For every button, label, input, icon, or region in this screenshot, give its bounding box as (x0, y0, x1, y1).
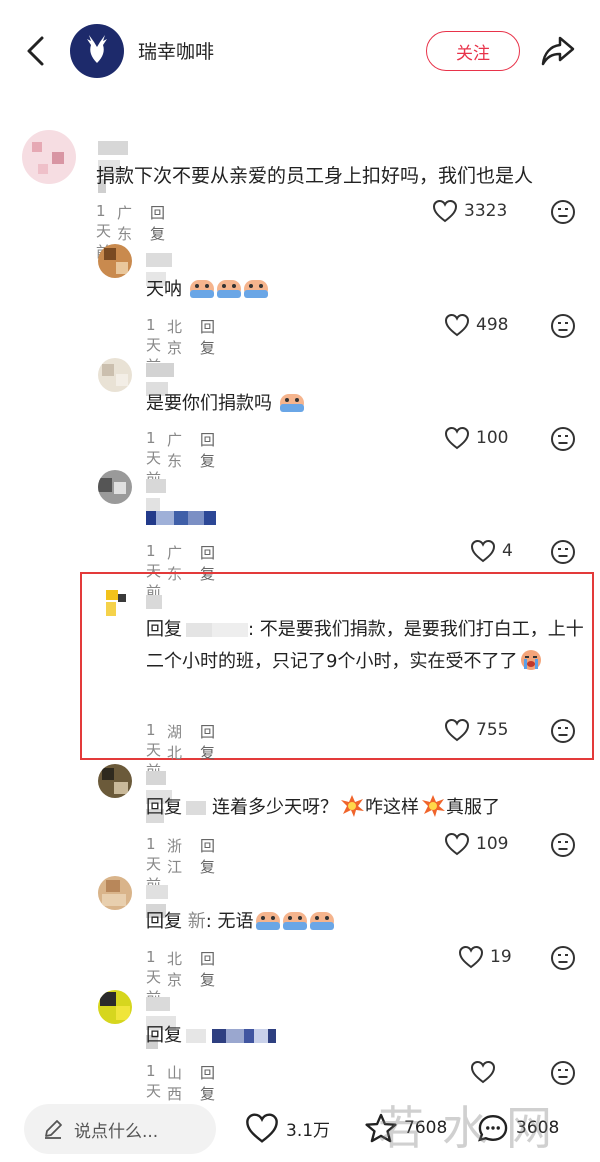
username-blurred[interactable] (146, 362, 177, 396)
username-blurred[interactable] (146, 594, 165, 610)
comment-text: 回复 连着多少天呀？ 咋这样 真服了 (146, 792, 500, 824)
comment-text: 回复 新: 无语 (146, 906, 335, 938)
like-button[interactable]: 19 (458, 945, 512, 969)
user-avatar[interactable] (98, 990, 132, 1024)
comment-input-placeholder: 说点什么... (74, 1121, 159, 1142)
sob-emoji-icon (521, 650, 542, 670)
reply-button[interactable]: 回复 (200, 721, 215, 781)
user-avatar[interactable] (98, 764, 132, 798)
back-arrow-icon[interactable] (22, 34, 50, 68)
pencil-icon (45, 1120, 62, 1139)
reply-button[interactable]: 回复 (200, 429, 215, 489)
like-count: 498 (476, 315, 509, 335)
heart-icon (444, 426, 470, 450)
crying-emoji-icon (309, 912, 334, 930)
like-count: 3323 (464, 201, 508, 221)
comment-text-c: 真服了 (446, 797, 500, 818)
dislike-face-icon[interactable] (550, 1060, 576, 1086)
username-blurred[interactable] (146, 770, 175, 823)
like-count: 4 (502, 541, 513, 561)
heart-icon (444, 832, 470, 856)
reply-target[interactable]: 新 (188, 911, 206, 932)
comment-text: 回复: 不是要我们捐款，是要我们打白工，上十二个小时的班，只记了9个小时，实在受… (146, 619, 584, 672)
heart-icon (470, 1060, 496, 1084)
dislike-face-icon[interactable] (550, 539, 576, 565)
follow-button[interactable]: 关注 (426, 31, 520, 71)
comment-text: 捐款下次不要从亲爱的员工身上扣好吗，我们也是人 (96, 165, 534, 187)
reply-prefix: 回复 (146, 911, 182, 932)
reply-prefix: 回复 (146, 619, 182, 640)
like-count: 100 (476, 428, 509, 448)
share-icon[interactable] (540, 34, 576, 68)
explosion-icon (422, 795, 445, 817)
like-button[interactable]: 498 (444, 313, 508, 337)
crying-emoji-icon (189, 280, 214, 298)
username-blurred[interactable] (146, 252, 175, 286)
crying-emoji-icon (282, 912, 307, 930)
username-blurred[interactable] (146, 478, 169, 512)
crying-emoji-icon (279, 394, 304, 412)
post-like-count: 3.1万 (286, 1120, 331, 1141)
heart-icon (246, 1113, 278, 1143)
reply-prefix: 回复 (146, 1025, 182, 1046)
comment-text: 是要你们捐款吗 (146, 388, 305, 420)
dislike-face-icon[interactable] (550, 832, 576, 858)
heart-icon (432, 199, 458, 223)
heart-icon (470, 539, 496, 563)
comment-text: 回复 (146, 1020, 276, 1052)
heart-icon (444, 313, 470, 337)
reply-button[interactable]: 回复 (200, 316, 215, 376)
user-avatar[interactable] (98, 358, 132, 392)
comment-input[interactable]: 说点什么... (24, 1104, 216, 1154)
username-blurred[interactable] (146, 884, 171, 918)
like-button[interactable] (470, 1060, 496, 1084)
brand-avatar[interactable] (70, 24, 124, 78)
comment-text: 天呐 (146, 274, 269, 306)
post-like-button[interactable]: 3.1万 (244, 1112, 330, 1144)
dislike-face-icon[interactable] (550, 199, 576, 225)
heart-icon (458, 945, 484, 969)
user-avatar[interactable] (22, 130, 76, 184)
dislike-face-icon[interactable] (550, 313, 576, 339)
user-avatar[interactable] (98, 470, 132, 504)
comment-text-body: : 无语 (205, 911, 254, 932)
crying-emoji-icon (243, 280, 268, 298)
dislike-face-icon[interactable] (550, 426, 576, 452)
like-count: 19 (490, 947, 512, 967)
user-avatar[interactable] (98, 244, 132, 278)
comment-text-body: 天呐 (146, 279, 182, 300)
dislike-face-icon[interactable] (550, 945, 576, 971)
reply-target-blurred (186, 623, 212, 637)
comment-location: 广东 (167, 431, 183, 470)
like-count: 109 (476, 834, 509, 854)
user-avatar[interactable] (98, 876, 132, 910)
like-button[interactable]: 100 (444, 426, 508, 450)
comment-text-blurred (146, 502, 216, 534)
heart-icon (444, 718, 470, 742)
username-blurred[interactable] (98, 140, 131, 193)
user-avatar[interactable] (104, 588, 130, 618)
reply-target-blurred (186, 1029, 206, 1043)
reply-target-blurred (186, 801, 206, 815)
watermark: 若水网 (378, 1101, 570, 1155)
comment-text-a: 连着多少天呀？ (212, 797, 338, 818)
reply-button[interactable]: 回复 (200, 835, 215, 895)
crying-emoji-icon (216, 280, 241, 298)
like-button[interactable]: 4 (470, 539, 513, 563)
username-blurred[interactable] (146, 996, 179, 1049)
like-button[interactable]: 3323 (432, 199, 507, 223)
brand-name[interactable]: 瑞幸咖啡 (138, 37, 214, 64)
reply-prefix: 回复 (146, 797, 182, 818)
like-count: 755 (476, 720, 509, 740)
comment-text-b: 咋这样 (365, 797, 419, 818)
dislike-face-icon[interactable] (550, 718, 576, 744)
comment-text-body: 是要你们捐款吗 (146, 393, 272, 414)
deer-logo-icon (87, 35, 107, 63)
reply-button[interactable]: 回复 (200, 948, 215, 1008)
like-button[interactable]: 109 (444, 832, 508, 856)
explosion-icon (341, 795, 364, 817)
crying-emoji-icon (255, 912, 280, 930)
like-button[interactable]: 755 (444, 718, 508, 742)
top-bar: 瑞幸咖啡 关注 (0, 0, 600, 100)
